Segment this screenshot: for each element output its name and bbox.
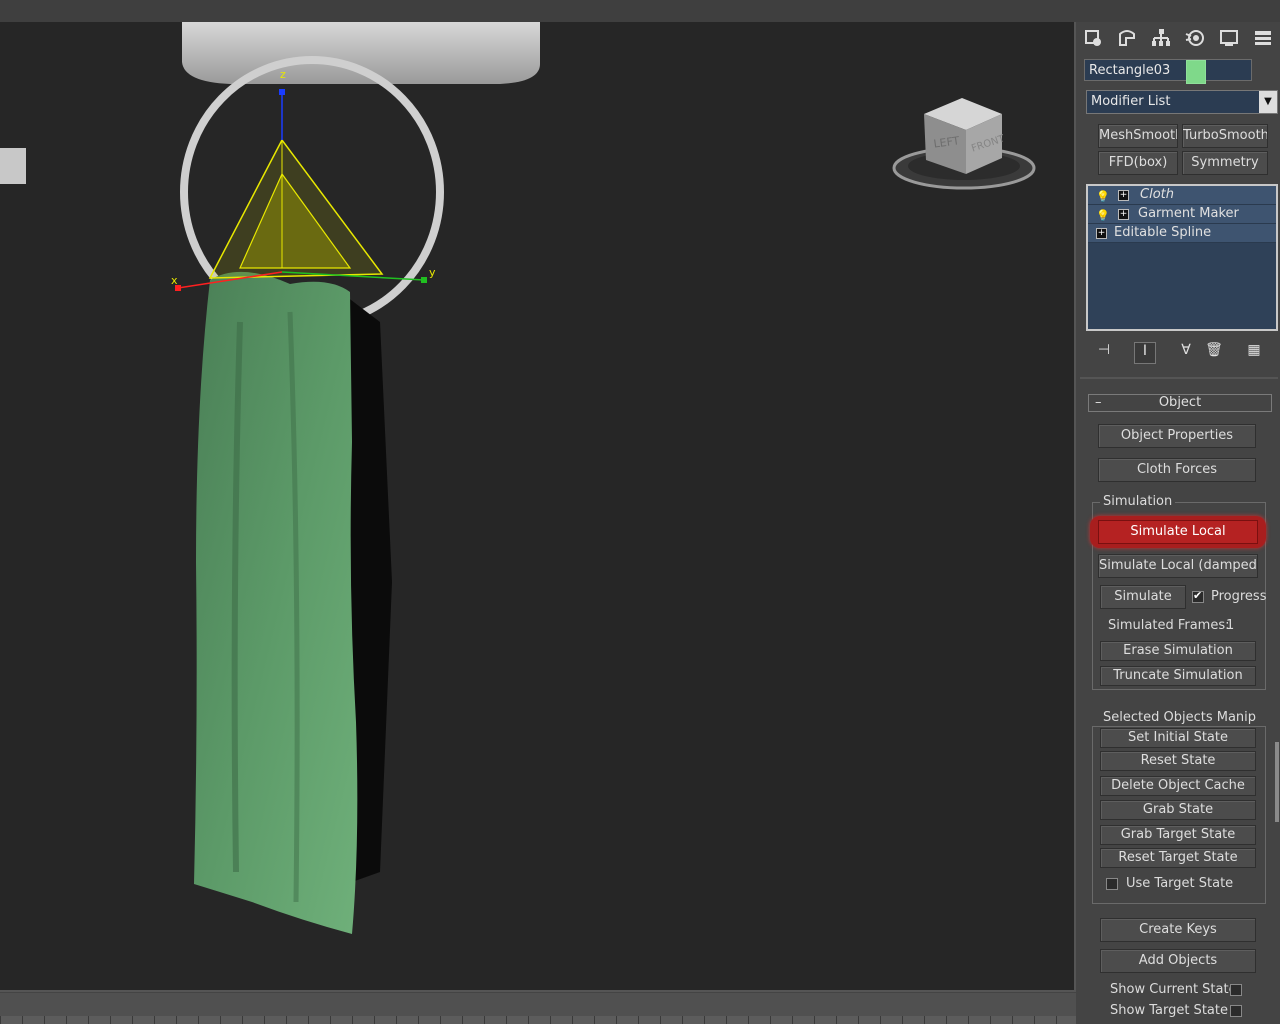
command-panel: Rectangle03 Modifier List ▼ MeshSmooth T… [1076, 22, 1280, 1024]
selected-objects-manip-label: Selected Objects Manip [1100, 710, 1260, 725]
simulated-frames-label: Simulated Frames: [1108, 618, 1230, 633]
show-current-state-label: Show Current State [1110, 982, 1237, 997]
make-unique-icon[interactable]: ∀ [1176, 342, 1196, 362]
use-target-state-checkbox[interactable] [1106, 878, 1118, 890]
show-target-state-label: Show Target State [1110, 1003, 1228, 1018]
object-color-swatch[interactable] [1186, 60, 1206, 84]
top-toolbar [0, 0, 1280, 23]
reset-state-button[interactable]: Reset State [1100, 751, 1256, 771]
object-rollout-header[interactable]: – Object [1088, 394, 1272, 412]
progress-checkbox[interactable] [1192, 589, 1204, 603]
chevron-down-icon[interactable]: ▼ [1259, 91, 1277, 113]
turbosmooth-button[interactable]: TurboSmooth [1182, 124, 1268, 148]
pin-stack-icon[interactable]: ⊣ [1094, 342, 1114, 362]
display-tab-icon[interactable] [1216, 26, 1242, 50]
modify-tab-icon[interactable] [1114, 26, 1140, 50]
lightbulb-icon[interactable]: 💡 [1096, 188, 1110, 203]
cloth-forces-button[interactable]: Cloth Forces [1098, 458, 1256, 482]
progress-label: Progress [1211, 589, 1267, 604]
perspective-viewport[interactable]: z x y LEFT FRONT [0, 22, 1076, 992]
show-end-result-icon[interactable]: I [1134, 342, 1156, 364]
utilities-tab-icon[interactable] [1250, 26, 1276, 50]
add-objects-button[interactable]: Add Objects [1100, 949, 1256, 973]
symmetry-button[interactable]: Symmetry [1182, 151, 1268, 175]
object-properties-button[interactable]: Object Properties [1098, 424, 1256, 448]
set-initial-state-button[interactable]: Set Initial State [1100, 728, 1256, 748]
grab-target-state-button[interactable]: Grab Target State [1100, 825, 1256, 845]
modifier-list-label: Modifier List [1091, 94, 1171, 109]
erase-simulation-button[interactable]: Erase Simulation [1100, 641, 1256, 661]
stack-item-label: Editable Spline [1114, 225, 1212, 240]
cloth-towel [194, 271, 358, 934]
show-current-state-checkbox[interactable] [1230, 984, 1242, 996]
stack-item-label: Garment Maker [1138, 206, 1239, 221]
gizmo-x-label: x [171, 274, 178, 287]
delete-object-cache-button[interactable]: Delete Object Cache [1100, 776, 1256, 796]
rollout-title: Object [1158, 395, 1202, 410]
transform-gizmo[interactable] [175, 89, 427, 291]
grab-state-button[interactable]: Grab State [1100, 800, 1256, 820]
simulate-local-button[interactable]: Simulate Local [1098, 520, 1258, 544]
gizmo-z-label: z [280, 68, 286, 81]
modifier-stack[interactable]: 💡 + Cloth 💡 + Garment Maker + Editable S… [1086, 184, 1278, 331]
create-tab-icon[interactable] [1080, 26, 1106, 50]
stack-item-editable-spline[interactable]: + Editable Spline [1088, 224, 1276, 243]
hierarchy-tab-icon[interactable] [1148, 26, 1174, 50]
collapse-icon[interactable]: – [1095, 395, 1102, 411]
remove-modifier-icon[interactable]: 🗑 [1204, 342, 1224, 362]
gizmo-y-label: y [429, 266, 436, 279]
simulate-button[interactable]: Simulate [1100, 585, 1186, 609]
expand-icon[interactable]: + [1096, 228, 1107, 239]
reset-target-state-button[interactable]: Reset Target State [1100, 848, 1256, 868]
offscreen-object [0, 148, 26, 184]
stack-item-garment-maker[interactable]: 💡 + Garment Maker [1088, 205, 1276, 224]
lightbulb-icon[interactable]: 💡 [1096, 207, 1110, 222]
motion-tab-icon[interactable] [1182, 26, 1208, 50]
panel-scrollbar[interactable] [1275, 742, 1279, 822]
simulation-group-label: Simulation [1100, 494, 1176, 509]
use-target-state-label: Use Target State [1126, 876, 1234, 891]
simulate-local-damped-button[interactable]: Simulate Local (damped) [1098, 554, 1258, 578]
expand-icon[interactable]: + [1118, 190, 1129, 201]
create-keys-button[interactable]: Create Keys [1100, 918, 1256, 942]
stack-item-label: Cloth [1140, 187, 1174, 202]
object-name-field[interactable]: Rectangle03 [1084, 59, 1252, 81]
towel-holder-mount [182, 22, 540, 84]
ffd-box-button[interactable]: FFD(box) [1098, 151, 1178, 175]
viewcube[interactable] [892, 98, 1036, 190]
configure-modifier-sets-icon[interactable]: ▦ [1244, 342, 1264, 362]
timeline-bar[interactable] [0, 993, 1076, 1024]
modifier-list-dropdown[interactable]: Modifier List ▼ [1086, 90, 1278, 114]
show-target-state-checkbox[interactable] [1230, 1005, 1242, 1017]
expand-icon[interactable]: + [1118, 209, 1129, 220]
meshsmooth-button[interactable]: MeshSmooth [1098, 124, 1178, 148]
stack-item-cloth[interactable]: 💡 + Cloth [1088, 186, 1276, 205]
truncate-simulation-button[interactable]: Truncate Simulation [1100, 666, 1256, 686]
simulated-frames-value: 1 [1226, 618, 1235, 633]
divider [1080, 377, 1278, 379]
